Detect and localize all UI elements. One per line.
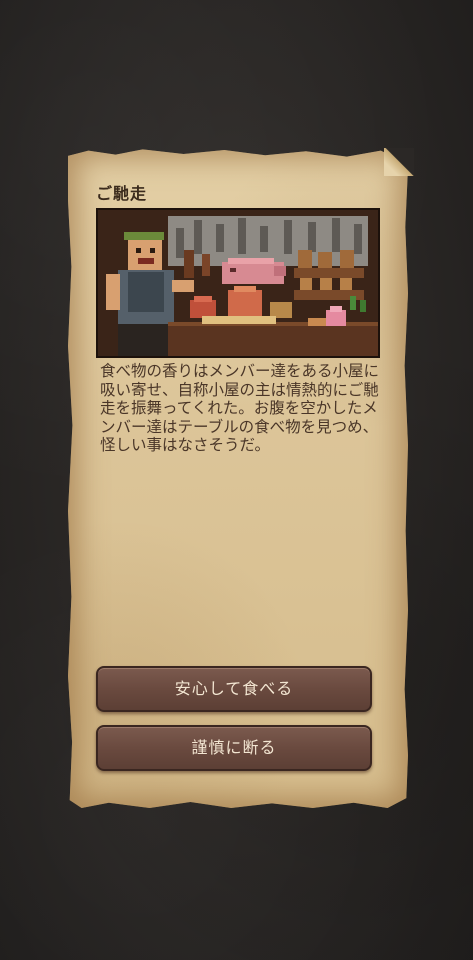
eat-safely-button[interactable]: 安心して食べる — [96, 666, 372, 712]
event-title: ご馳走 — [96, 184, 148, 203]
decline-politely-button[interactable]: 謹慎に断る — [96, 725, 372, 771]
event-illustration — [96, 208, 380, 358]
event-description: 食べ物の香りはメンバー達をある小屋に吸い寄せ、自称小屋の主は情熱的にご馳走を振舞… — [100, 362, 380, 455]
page-curl — [384, 148, 414, 176]
